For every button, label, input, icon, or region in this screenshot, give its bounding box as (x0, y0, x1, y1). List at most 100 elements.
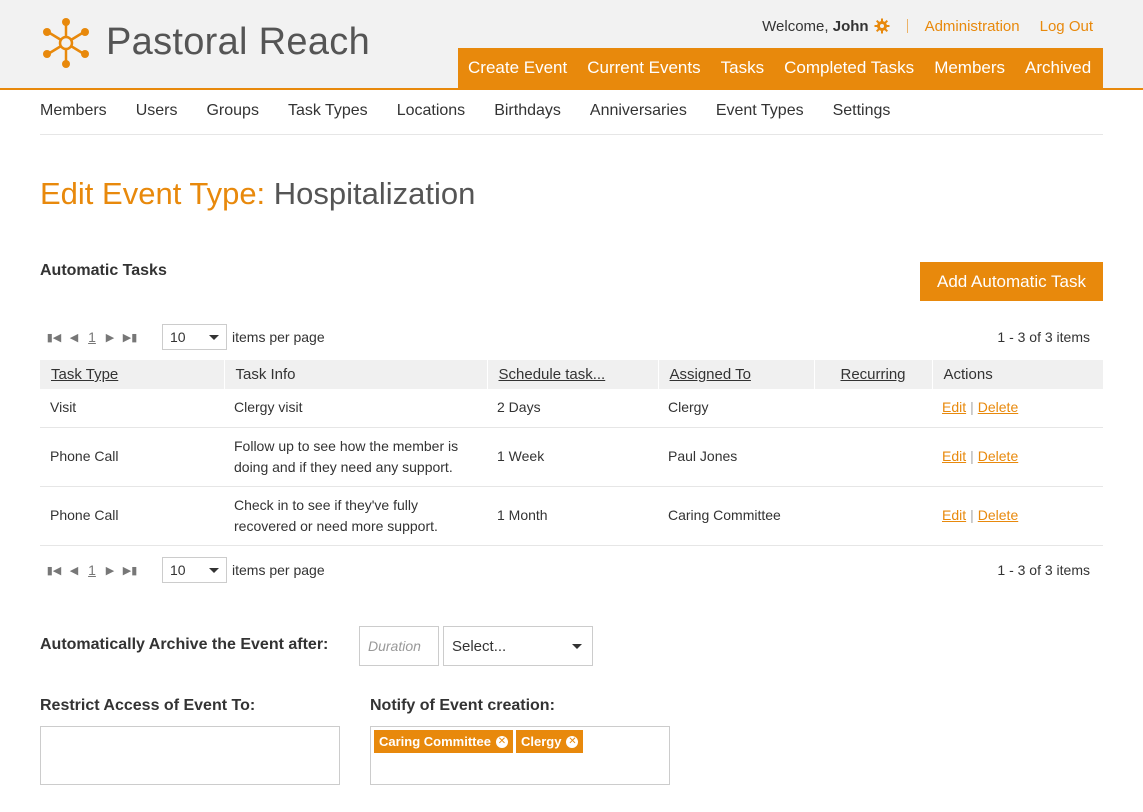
chevron-down-icon (572, 643, 582, 649)
cell-task-type: Phone Call (40, 427, 224, 487)
notify-label: Notify of Event creation: (370, 697, 555, 714)
archive-unit-select[interactable]: Select... (443, 626, 593, 666)
pager-bottom: ▮◀ ◀ 1 ▶ ▶▮ 10 items per page 1 - 3 of 3… (40, 557, 1103, 583)
restrict-access-multiselect[interactable] (40, 726, 340, 785)
cell-recurring (814, 427, 932, 487)
archive-unit-value: Select... (452, 637, 507, 655)
welcome-prefix: Welcome, (762, 17, 833, 35)
subnav-settings[interactable]: Settings (833, 102, 891, 134)
subnav-task-types[interactable]: Task Types (288, 102, 368, 134)
header-rule (0, 88, 1143, 90)
subnav-locations[interactable]: Locations (397, 102, 466, 134)
admin-sub-nav: Members Users Groups Task Types Location… (40, 102, 1103, 135)
pager-info: 1 - 3 of 3 items (997, 562, 1090, 578)
logout-link[interactable]: Log Out (1040, 18, 1093, 35)
cell-actions: Edit | Delete (932, 427, 1103, 487)
column-header-recurring[interactable]: Recurring (813, 360, 932, 389)
prev-page-icon[interactable]: ◀ (64, 327, 84, 347)
pager-top: ▮◀ ◀ 1 ▶ ▶▮ 10 items per page 1 - 3 of 3… (40, 324, 1103, 350)
nav-current-events[interactable]: Current Events (587, 58, 700, 78)
page-title-prefix: Edit Event Type: (40, 176, 274, 211)
tag-label: Caring Committee (379, 734, 491, 749)
nav-tasks[interactable]: Tasks (721, 58, 764, 78)
page-title: Edit Event Type: Hospitalization (40, 176, 475, 212)
edit-link[interactable]: Edit (942, 448, 966, 464)
chevron-down-icon (209, 567, 219, 573)
cell-recurring (814, 389, 932, 428)
first-page-icon[interactable]: ▮◀ (44, 560, 64, 580)
remove-tag-icon[interactable]: ✕ (495, 735, 508, 748)
nav-completed-tasks[interactable]: Completed Tasks (784, 58, 914, 78)
table-row: Visit Clergy visit 2 Days Clergy Edit | De… (40, 389, 1103, 428)
cell-recurring (814, 486, 932, 546)
tag-clergy: Clergy ✕ (515, 730, 584, 753)
welcome-text: Welcome, John (762, 18, 868, 35)
subnav-event-types[interactable]: Event Types (716, 102, 804, 134)
divider (906, 19, 908, 33)
notify-multiselect[interactable]: Caring Committee ✕ Clergy ✕ (370, 726, 670, 785)
brand-name: Pastoral Reach (106, 21, 371, 63)
automatic-tasks-title: Automatic Tasks (40, 262, 167, 279)
column-header-label: Task Info (235, 366, 296, 383)
page-number[interactable]: 1 (84, 329, 100, 345)
pager-info: 1 - 3 of 3 items (997, 329, 1090, 345)
administration-link[interactable]: Administration (925, 18, 1020, 35)
automatic-tasks-table: Task Type Task Info Schedule task... Ass… (40, 360, 1103, 546)
cell-task-info: Clergy visit (224, 389, 487, 428)
nav-create-event[interactable]: Create Event (468, 58, 567, 78)
page-size-select[interactable]: 10 (162, 557, 227, 583)
column-header-schedule[interactable]: Schedule task... (486, 360, 658, 389)
cell-actions: Edit | Delete (932, 389, 1103, 428)
logo-icon (43, 18, 89, 68)
page-size-value: 10 (170, 329, 186, 345)
cell-assigned-to: Paul Jones (658, 427, 814, 487)
nav-archived[interactable]: Archived (1025, 58, 1091, 78)
edit-link[interactable]: Edit (942, 399, 966, 415)
column-header-label: Schedule task... (498, 366, 606, 383)
subnav-members[interactable]: Members (40, 102, 107, 134)
cell-task-type: Phone Call (40, 486, 224, 546)
cell-task-info: Follow up to see how the member is doing… (224, 427, 487, 487)
action-separator: | (970, 448, 974, 464)
first-page-icon[interactable]: ▮◀ (44, 327, 64, 347)
cell-task-type: Visit (40, 389, 224, 428)
column-header-task-type[interactable]: Task Type (40, 360, 224, 389)
column-header-label: Assigned To (669, 366, 751, 383)
subnav-anniversaries[interactable]: Anniversaries (590, 102, 687, 134)
page-size-select[interactable]: 10 (162, 324, 227, 350)
remove-tag-icon[interactable]: ✕ (566, 735, 579, 748)
cell-task-info: Check in to see if they've fully recover… (224, 486, 487, 546)
table-row: Phone Call Check in to see if they've fu… (40, 486, 1103, 546)
cell-schedule: 2 Days (487, 389, 658, 428)
user-name: John (832, 17, 869, 35)
delete-link[interactable]: Delete (978, 448, 1018, 464)
prev-page-icon[interactable]: ◀ (64, 560, 84, 580)
edit-link[interactable]: Edit (942, 507, 966, 523)
delete-link[interactable]: Delete (978, 507, 1018, 523)
subnav-birthdays[interactable]: Birthdays (494, 102, 561, 134)
column-header-assigned-to[interactable]: Assigned To (657, 360, 814, 389)
event-type-name: Hospitalization (273, 176, 476, 211)
gear-icon[interactable] (874, 18, 890, 34)
next-page-icon[interactable]: ▶ (100, 560, 120, 580)
duration-input[interactable] (359, 626, 439, 666)
auto-archive-label: Automatically Archive the Event after: (40, 636, 329, 653)
delete-link[interactable]: Delete (978, 399, 1018, 415)
action-separator: | (970, 399, 974, 416)
cell-schedule: 1 Week (487, 427, 658, 487)
last-page-icon[interactable]: ▶▮ (120, 327, 140, 347)
items-per-page-label: items per page (232, 329, 325, 345)
subnav-groups[interactable]: Groups (206, 102, 258, 134)
nav-members[interactable]: Members (934, 58, 1005, 78)
cell-schedule: 1 Month (487, 486, 658, 546)
subnav-users[interactable]: Users (136, 102, 178, 134)
last-page-icon[interactable]: ▶▮ (120, 560, 140, 580)
page-size-value: 10 (170, 562, 186, 578)
page-number[interactable]: 1 (84, 562, 100, 578)
add-automatic-task-button[interactable]: Add Automatic Task (920, 262, 1103, 301)
table-row: Phone Call Follow up to see how the memb… (40, 427, 1103, 487)
cell-assigned-to: Clergy (658, 389, 814, 428)
tag-caring-committee: Caring Committee ✕ (374, 730, 513, 753)
action-separator: | (970, 507, 974, 523)
next-page-icon[interactable]: ▶ (100, 327, 120, 347)
